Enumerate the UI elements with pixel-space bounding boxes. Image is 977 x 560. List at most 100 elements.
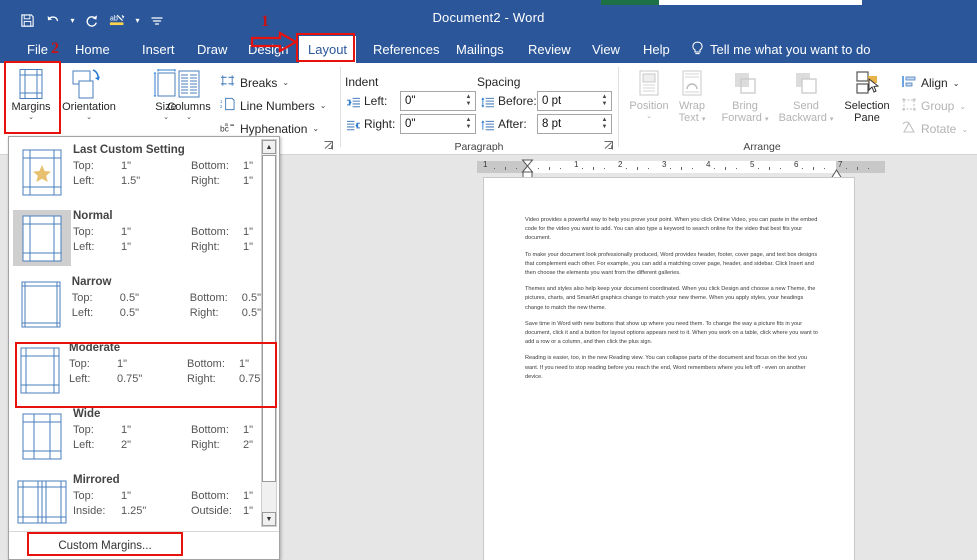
page-setup-dialog-launcher[interactable]: [324, 141, 333, 152]
tab-insert[interactable]: Insert: [133, 36, 184, 63]
margins-option-list: Last Custom Setting Top: 1" Bottom: 1" Left…: [9, 137, 264, 529]
align-dropdown-caret[interactable]: ⌄: [953, 79, 960, 88]
line-numbers-dropdown-caret[interactable]: ⌄: [320, 101, 327, 110]
margin-preview-mirrored-icon: [11, 469, 73, 530]
margin-option-last-custom[interactable]: Last Custom Setting Top: 1" Bottom: 1" Left…: [11, 139, 261, 204]
indent-left-icon: [347, 96, 360, 114]
tab-review[interactable]: Review: [519, 36, 580, 63]
spacing-after-field[interactable]: 8 pt ▲ ▼: [537, 114, 612, 134]
annotation-number-2: 2: [51, 40, 59, 57]
align-button[interactable]: Align ⌄: [902, 73, 959, 93]
margin-option-title: Normal: [73, 210, 113, 222]
spacing-after-stepper[interactable]: ▲ ▼: [598, 117, 611, 131]
tab-help[interactable]: Help: [634, 36, 679, 63]
send-backward-label-2: Backward ▾: [778, 112, 834, 124]
margin-val-top: 1": [121, 160, 132, 172]
margin-val-right: 0.5": [241, 307, 261, 319]
indent-right-value: 0": [405, 118, 416, 130]
ruler-number-2: 2: [618, 160, 623, 169]
orientation-dropdown-caret[interactable]: ⌄: [59, 113, 119, 122]
ruler-number-4: 4: [706, 160, 711, 169]
hyphenation-button-label: Hyphenation: [240, 121, 308, 136]
margin-val-right: 1": [243, 175, 254, 187]
rotate-dropdown-caret[interactable]: ⌄: [961, 125, 968, 134]
margin-val-left: 1": [121, 241, 132, 253]
margin-option-title: Narrow: [71, 276, 112, 288]
margin-option-title: Mirrored: [73, 474, 120, 486]
margin-key-right: Right:: [191, 439, 220, 451]
group-dropdown-caret[interactable]: ⌄: [959, 102, 966, 111]
spacing-before-label: Before:: [498, 94, 537, 108]
spacing-before-stepper[interactable]: ▲ ▼: [598, 94, 611, 108]
line-numbers-button[interactable]: 12 Line Numbers ⌄: [220, 95, 326, 116]
tab-home[interactable]: Home: [66, 36, 119, 63]
margin-val-left: 2": [121, 439, 132, 451]
margin-option-mirrored[interactable]: Mirrored Top: 1" Bottom: 1" Inside: 1.25" Out…: [11, 469, 261, 534]
scroll-up-icon[interactable]: ▲: [262, 140, 276, 154]
margin-val-right: 1": [243, 241, 254, 253]
tab-mailings[interactable]: Mailings: [447, 36, 513, 63]
tab-view[interactable]: View: [583, 36, 629, 63]
breaks-dropdown-caret[interactable]: ⌄: [282, 78, 289, 87]
bring-forward-button[interactable]: Bring Forward ▾: [716, 65, 774, 126]
margin-val-bottom: 1": [243, 226, 254, 238]
group-separator-1: [340, 67, 341, 147]
tab-references[interactable]: References: [364, 36, 448, 63]
margin-key-bottom: Bottom:: [191, 226, 229, 238]
indent-right-stepper[interactable]: ▲ ▼: [462, 117, 475, 131]
document-page[interactable]: Video provides a powerful way to help yo…: [484, 178, 854, 560]
columns-button[interactable]: Columns ⌄: [166, 65, 212, 122]
indent-right-field[interactable]: 0" ▲ ▼: [400, 114, 476, 134]
spacing-before-field[interactable]: 0 pt ▲ ▼: [537, 91, 612, 111]
paragraph-dialog-launcher[interactable]: [604, 141, 613, 152]
hyphenation-dropdown-caret[interactable]: ⌄: [312, 124, 319, 133]
columns-dropdown-caret[interactable]: ⌄: [166, 113, 212, 122]
columns-button-label: Columns: [167, 101, 211, 113]
send-backward-button[interactable]: Send Backward ▾: [775, 65, 837, 126]
margin-key-bottom: Bottom:: [191, 424, 229, 436]
spacing-after-icon: [481, 119, 494, 137]
breaks-button-label: Breaks: [240, 75, 278, 90]
document-paragraph: Save time in Word with new buttons that …: [525, 320, 818, 346]
indent-left-stepper[interactable]: ▲ ▼: [462, 94, 475, 108]
margin-val-top: 1": [121, 490, 132, 502]
tell-me-search[interactable]: Tell me what you want to do: [710, 36, 870, 63]
scrollbar-thumb[interactable]: [262, 155, 276, 482]
send-backward-label-1: Send: [793, 100, 819, 112]
columns-icon: [166, 68, 212, 100]
word-application-window: ▾ ab ▾ Document2 - Word File Home Insert…: [0, 0, 977, 560]
spacing-after-value: 8 pt: [542, 118, 562, 130]
margin-val-bottom: 0.5": [241, 292, 261, 304]
selection-pane-button[interactable]: Selection Pane: [836, 65, 898, 124]
indent-header: Indent: [345, 75, 379, 89]
horizontal-ruler[interactable]: 1 1 2 3 4 5 6 7: [477, 159, 885, 179]
document-paragraph: Themes and styles also help keep your do…: [525, 286, 816, 311]
indent-left-field[interactable]: 0" ▲ ▼: [400, 91, 476, 111]
breaks-button[interactable]: Breaks ⌄: [220, 72, 289, 93]
margin-val-outside: 1": [243, 505, 254, 517]
document-paragraph: To make your document look professionall…: [525, 251, 818, 277]
margin-option-wide[interactable]: Wide Top: 1" Bottom: 1" Left: 2" Right: 2": [11, 403, 261, 468]
annotation-highlight-custom-margins: [27, 532, 183, 556]
margin-key-right: Right:: [191, 175, 220, 187]
document-text-body[interactable]: Video provides a powerful way to help yo…: [525, 216, 818, 389]
arrange-group-label: Arrange: [743, 141, 781, 153]
margin-option-narrow[interactable]: Narrow Top: 0.5" Bottom: 0.5" Left: 0.5" Righ…: [11, 271, 261, 336]
rotate-button[interactable]: Rotate ⌄: [902, 119, 968, 139]
margins-menu-scrollbar[interactable]: ▲ ▼: [261, 139, 277, 527]
tab-draw[interactable]: Draw: [188, 36, 236, 63]
margin-option-text: Normal Top: 1" Bottom: 1" Left: 1" Right: 1": [73, 205, 261, 255]
wrap-text-button[interactable]: Wrap Text ▾: [668, 65, 716, 126]
orientation-button[interactable]: Orientation ⌄: [59, 65, 119, 122]
margin-key-bottom: Bottom:: [189, 292, 228, 304]
align-button-label: Align: [921, 76, 948, 90]
selection-pane-label-2: Pane: [854, 112, 880, 124]
margin-option-text: Wide Top: 1" Bottom: 1" Left: 2" Right: 2": [73, 403, 261, 453]
margins-dropdown-menu[interactable]: Last Custom Setting Top: 1" Bottom: 1" Left…: [8, 136, 280, 560]
margin-option-normal[interactable]: Normal Top: 1" Bottom: 1" Left: 1" Right: 1": [11, 205, 261, 270]
margin-preview-star-icon: [11, 139, 73, 200]
indent-right-label: Right:: [364, 117, 396, 131]
scroll-down-icon[interactable]: ▼: [262, 512, 276, 526]
group-button[interactable]: Group ⌄: [902, 96, 966, 116]
selection-pane-label-1: Selection: [844, 100, 890, 112]
